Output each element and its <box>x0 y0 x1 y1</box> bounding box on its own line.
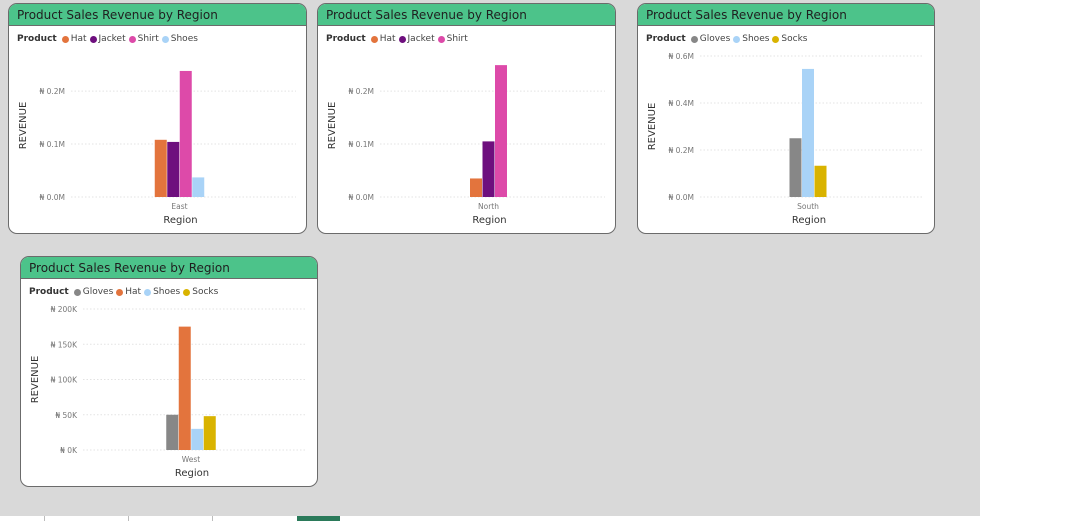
y-axis-title: REVENUE <box>647 103 658 151</box>
y-tick-label: ₦ 0.6M <box>668 52 694 61</box>
bar-socks[interactable] <box>203 416 216 450</box>
bar-gloves[interactable] <box>166 414 179 450</box>
right-pane <box>980 0 1079 521</box>
x-tick-label: West <box>182 455 200 464</box>
chart-plot: ₦ 0K ₦ 50K ₦ 100K ₦ 150K ₦ 200K REVENUE West Re… <box>30 305 307 479</box>
x-axis-title: Region <box>175 468 209 479</box>
chart-card-south[interactable]: Product Sales Revenue by Region Product G… <box>637 3 935 234</box>
y-tick-label: ₦ 0.1M <box>39 140 65 149</box>
x-axis-title: Region <box>163 215 197 226</box>
page-tab[interactable] <box>128 516 213 521</box>
bar-shirt[interactable] <box>495 65 507 197</box>
page-tab[interactable] <box>212 516 297 521</box>
x-tick-label: East <box>171 202 187 211</box>
y-tick-label: ₦ 0K <box>60 446 78 455</box>
page-tab[interactable] <box>44 516 129 521</box>
y-tick-label: ₦ 0.2M <box>39 87 65 96</box>
chart-card-north[interactable]: Product Sales Revenue by Region Product H… <box>317 3 616 234</box>
page-tabs <box>0 516 980 521</box>
chart-card-east[interactable]: Product Sales Revenue by Region Product H… <box>8 3 307 234</box>
y-axis-title: REVENUE <box>30 356 41 404</box>
chart-card-west[interactable]: Product Sales Revenue by Region Product G… <box>20 256 318 487</box>
bar-hat[interactable] <box>154 139 167 197</box>
bar-jacket[interactable] <box>167 141 180 197</box>
report-canvas: Product Sales Revenue by Region Product H… <box>0 0 980 516</box>
bar-shirt[interactable] <box>179 70 192 197</box>
y-tick-label: ₦ 0.0M <box>39 193 65 202</box>
x-axis-title: Region <box>792 215 826 226</box>
y-tick-label: ₦ 0.2M <box>668 146 694 155</box>
bar-socks[interactable] <box>814 165 827 197</box>
y-tick-label: ₦ 0.4M <box>668 99 694 108</box>
y-tick-label: ₦ 150K <box>51 340 78 349</box>
y-tick-label: ₦ 0.1M <box>348 140 374 149</box>
bar-hat[interactable] <box>178 326 191 450</box>
y-tick-label: ₦ 100K <box>51 376 78 385</box>
bar-shoes[interactable] <box>191 428 204 450</box>
chart-plot: ₦ 0.0M ₦ 0.2M ₦ 0.4M ₦ 0.6M REVENUE South Regi… <box>647 52 924 226</box>
x-tick-label: South <box>797 202 819 211</box>
bar-shoes[interactable] <box>192 177 205 197</box>
bar-shoes[interactable] <box>802 68 814 197</box>
x-axis-title: Region <box>472 215 506 226</box>
chart-plot: ₦ 0.0M ₦ 0.1M ₦ 0.2M REVENUE North Region <box>327 65 605 226</box>
bar-gloves[interactable] <box>789 138 802 197</box>
page-tab-active[interactable] <box>297 516 340 521</box>
x-tick-label: North <box>478 202 499 211</box>
bar-jacket[interactable] <box>482 141 495 197</box>
y-tick-label: ₦ 0.0M <box>668 193 694 202</box>
bar-hat[interactable] <box>470 178 482 197</box>
y-tick-label: ₦ 200K <box>51 305 78 314</box>
y-tick-label: ₦ 0.2M <box>348 87 374 96</box>
chart-plot: ₦ 0.0M ₦ 0.1M ₦ 0.2M REVENUE East Region <box>18 70 296 226</box>
y-tick-label: ₦ 50K <box>55 411 78 420</box>
y-tick-label: ₦ 0.0M <box>348 193 374 202</box>
y-axis-title: REVENUE <box>18 102 29 150</box>
y-axis-title: REVENUE <box>327 102 338 150</box>
